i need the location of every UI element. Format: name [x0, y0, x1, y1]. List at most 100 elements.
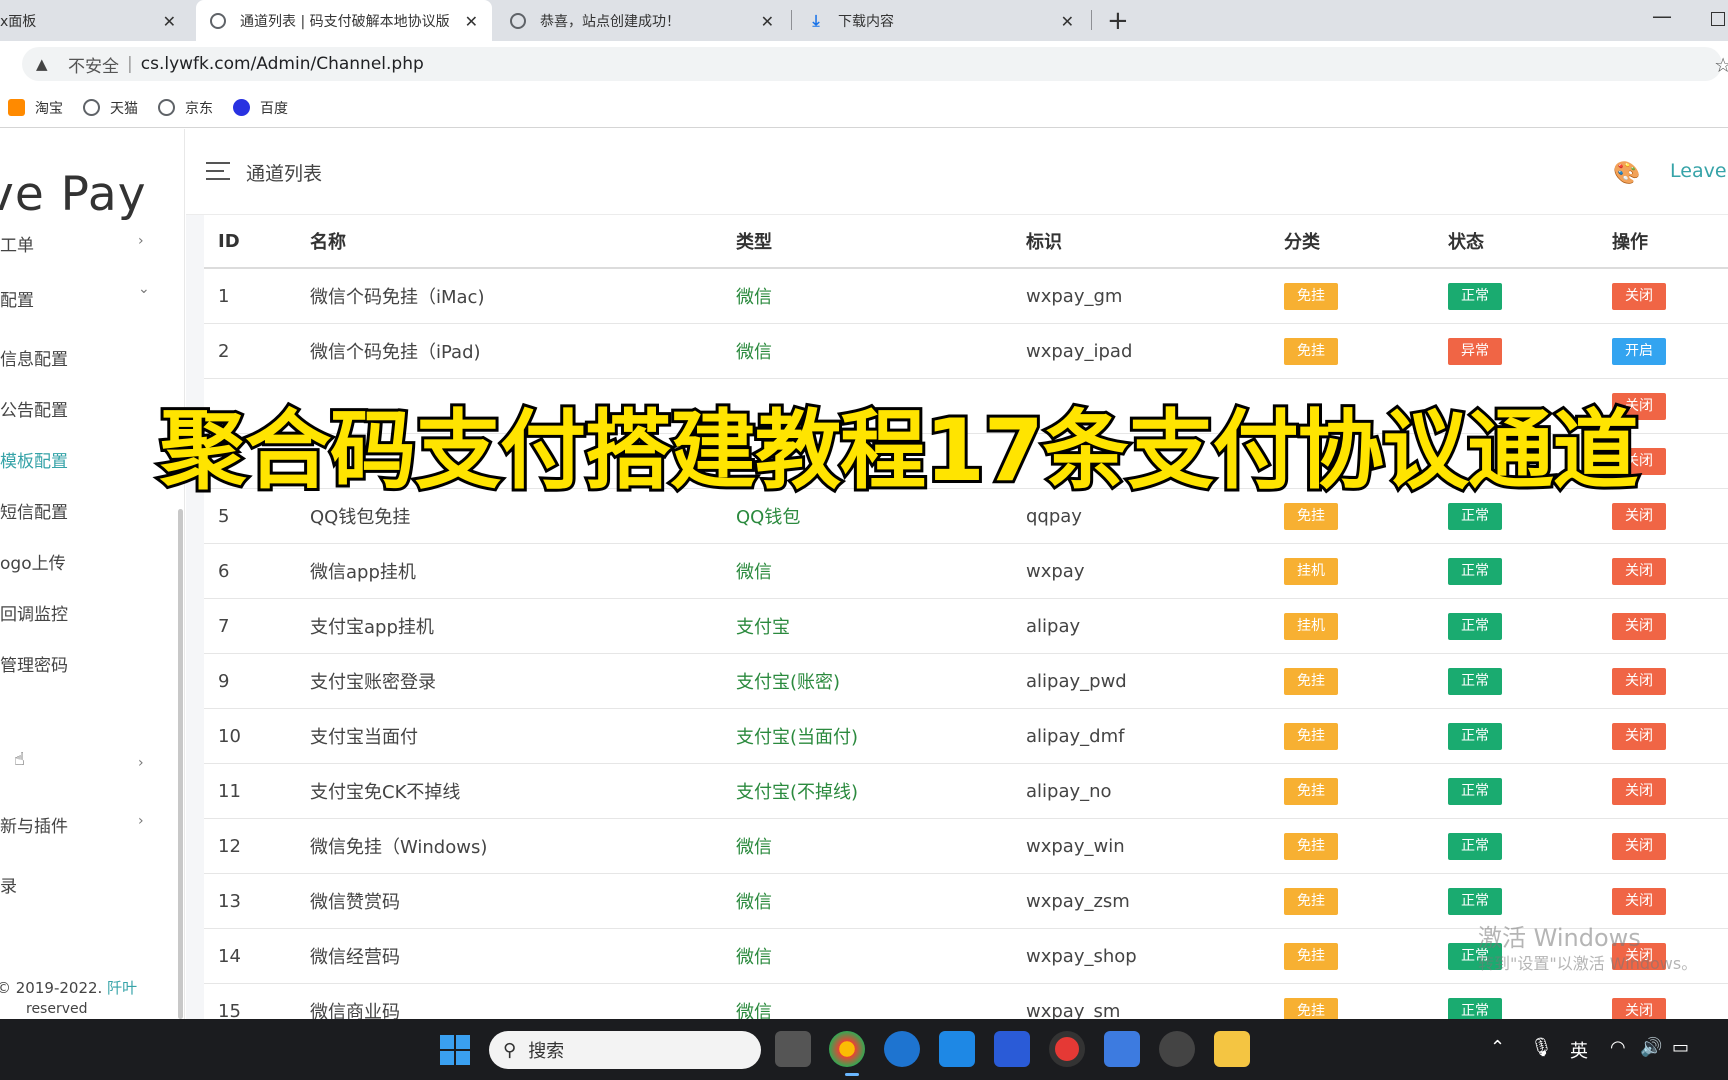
channel-code: wxpay_gm [1026, 285, 1123, 307]
activation-watermark-sub: 转到"设置"以激活 Windows。 [1478, 954, 1698, 973]
bookmark-star-icon[interactable]: ☆ [1714, 53, 1728, 77]
insecure-label[interactable]: 不安全 [68, 52, 119, 77]
disable-button[interactable]: 关闭 [1612, 612, 1666, 640]
channel-type: 微信 [736, 562, 772, 583]
tab-separator [791, 10, 792, 30]
sidebar-item-admin-password[interactable]: 管理密码 [0, 651, 68, 676]
bookmark-taobao[interactable]: 淘宝 [8, 98, 63, 118]
row-id: 6 [218, 560, 230, 582]
chevron-down-icon: ⌄ [138, 281, 150, 297]
microphone-icon[interactable]: 🎙 [1530, 1037, 1553, 1058]
table-row: 11 支付宝免CK不掉线 支付宝(不掉线) alipay_no 免挂 正常 关闭 [204, 764, 1728, 819]
notepad-icon[interactable] [1104, 1031, 1140, 1067]
disable-button[interactable]: 关闭 [1612, 557, 1666, 585]
copyright-text: © 2019-2022. [0, 979, 103, 997]
phone-link-icon[interactable] [939, 1031, 975, 1067]
ime-indicator[interactable]: 英 [1570, 1037, 1588, 1063]
table-row: 1 微信个码免挂（iMac) 微信 wxpay_gm 免挂 正常 关闭 [204, 269, 1728, 324]
taskbar-search[interactable]: ⚲ 搜索 [489, 1031, 761, 1069]
bookmark-jd[interactable]: 京东 [158, 98, 213, 118]
wifi-icon[interactable]: ◠ [1610, 1037, 1626, 1058]
table-row: 10 支付宝当面付 支付宝(当面付) alipay_dmf 免挂 正常 关闭 [204, 709, 1728, 764]
k-app-icon[interactable] [884, 1031, 920, 1067]
file-explorer-icon[interactable] [1214, 1031, 1250, 1067]
tab-channel-list[interactable]: 通道列表 | 码支付破解本地协议版 ✕ [196, 0, 492, 41]
row-id: 14 [218, 945, 241, 967]
security-app-icon[interactable] [994, 1031, 1030, 1067]
sidebar-scrollbar[interactable] [178, 509, 183, 1019]
channel-type: 支付宝(不掉线) [736, 782, 859, 803]
sidebar-item-ticket[interactable]: 工单 [0, 231, 34, 256]
sidebar-item-config[interactable]: 配置 [0, 286, 34, 311]
channel-name: 支付宝app挂机 [310, 617, 434, 638]
sidebar-item-logout[interactable]: 录 [0, 872, 17, 897]
minimize-icon[interactable]: — [1652, 4, 1672, 28]
chrome-icon[interactable] [829, 1031, 865, 1067]
row-id: 9 [218, 670, 230, 692]
disable-button[interactable]: 关闭 [1612, 282, 1666, 310]
chevron-right-icon: › [138, 755, 144, 771]
disable-button[interactable]: 关闭 [1612, 722, 1666, 750]
media-player-icon[interactable] [1159, 1031, 1195, 1067]
sidebar-footer-line2: reserved [0, 1001, 88, 1017]
palette-icon[interactable]: 🎨 [1613, 161, 1640, 186]
enable-button[interactable]: 开启 [1612, 337, 1666, 365]
user-menu[interactable]: Leave P [1670, 160, 1728, 182]
disable-button-cell: 关闭 [1612, 709, 1666, 763]
disable-button[interactable]: 关闭 [1612, 832, 1666, 860]
disable-button[interactable]: 关闭 [1612, 997, 1666, 1019]
battery-icon[interactable]: ▭ [1672, 1037, 1689, 1058]
new-tab-icon[interactable]: + [1107, 6, 1129, 36]
sidebar-item-logo-upload[interactable]: ogo上传 [0, 549, 66, 574]
row-id: 15 [218, 1000, 241, 1020]
sidebar-item-sms-config[interactable]: 短信配置 [0, 498, 68, 523]
disable-button[interactable]: 关闭 [1612, 502, 1666, 530]
sidebar-item-label: 信息配置 [0, 350, 68, 370]
chevron-up-icon[interactable]: ⌃ [1490, 1037, 1505, 1058]
close-icon[interactable]: ✕ [465, 12, 478, 31]
volume-icon[interactable]: 🔊 [1640, 1037, 1662, 1058]
disable-button[interactable]: 关闭 [1612, 667, 1666, 695]
warning-icon[interactable]: ▲ [36, 55, 54, 73]
disable-button-cell: 关闭 [1612, 269, 1666, 323]
sidebar-item-notice-config[interactable]: 公告配置 [0, 396, 68, 421]
page-title: 通道列表 [246, 163, 323, 185]
close-icon[interactable]: ✕ [163, 12, 176, 31]
close-icon[interactable]: ✕ [761, 12, 774, 31]
table-row: 2 微信个码免挂（iPad) 微信 wxpay_ipad 免挂 异常 开启 [204, 324, 1728, 379]
windows-start-icon[interactable] [440, 1035, 470, 1065]
status-badge-cell: 正常 [1448, 819, 1502, 873]
sidebar-item-updates-plugins[interactable]: 新与插件 [0, 812, 68, 837]
task-view-icon[interactable] [775, 1031, 811, 1067]
channel-code: wxpay_sm [1026, 1000, 1121, 1020]
category-badge-cell: 免挂 [1284, 269, 1338, 323]
disable-button[interactable]: 关闭 [1612, 887, 1666, 915]
brand-logo[interactable]: ve Pay [0, 167, 147, 222]
globe-icon [210, 12, 226, 29]
sidebar-item-label: 新与插件 [0, 817, 68, 837]
column-header-id: ID [218, 230, 240, 252]
sidebar-item-label: 管理密码 [0, 656, 68, 676]
table-header: ID 名称 类型 标识 分类 状态 操作 [204, 215, 1728, 269]
bookmark-tmall[interactable]: 天猫 [83, 98, 138, 118]
hamburger-menu-icon[interactable] [206, 162, 230, 180]
url-text[interactable]: cs.lywfk.com/Admin/Channel.php [141, 54, 424, 74]
tab-site-created[interactable]: 恭喜，站点创建成功！ ✕ [496, 0, 788, 41]
status-badge: 正常 [1448, 887, 1502, 915]
tab-downloads[interactable]: ⤓ 下载内容 ✕ [794, 0, 1088, 41]
close-icon[interactable]: ✕ [1061, 12, 1074, 31]
disable-button[interactable]: 关闭 [1612, 777, 1666, 805]
tab-panel[interactable]: x面板 ✕ [0, 0, 190, 41]
sidebar-item-callback-monitor[interactable]: 回调监控 [0, 600, 68, 625]
url-separator: | [127, 54, 133, 74]
row-id: 2 [218, 340, 230, 362]
footer-link[interactable]: 阡叶 [107, 979, 137, 997]
maximize-icon[interactable] [1711, 12, 1725, 26]
sidebar-item-info-config[interactable]: 信息配置 [0, 345, 68, 370]
sidebar-item-template-config[interactable]: 模板配置 [0, 447, 68, 472]
bookmark-baidu[interactable]: 百度 [233, 98, 288, 118]
column-header-code: 标识 [1026, 232, 1062, 253]
status-badge: 正常 [1448, 997, 1502, 1019]
address-bar[interactable]: ▲ 不安全 | cs.lywfk.com/Admin/Channel.php ☆ [22, 47, 1728, 81]
record-icon[interactable] [1049, 1031, 1085, 1067]
